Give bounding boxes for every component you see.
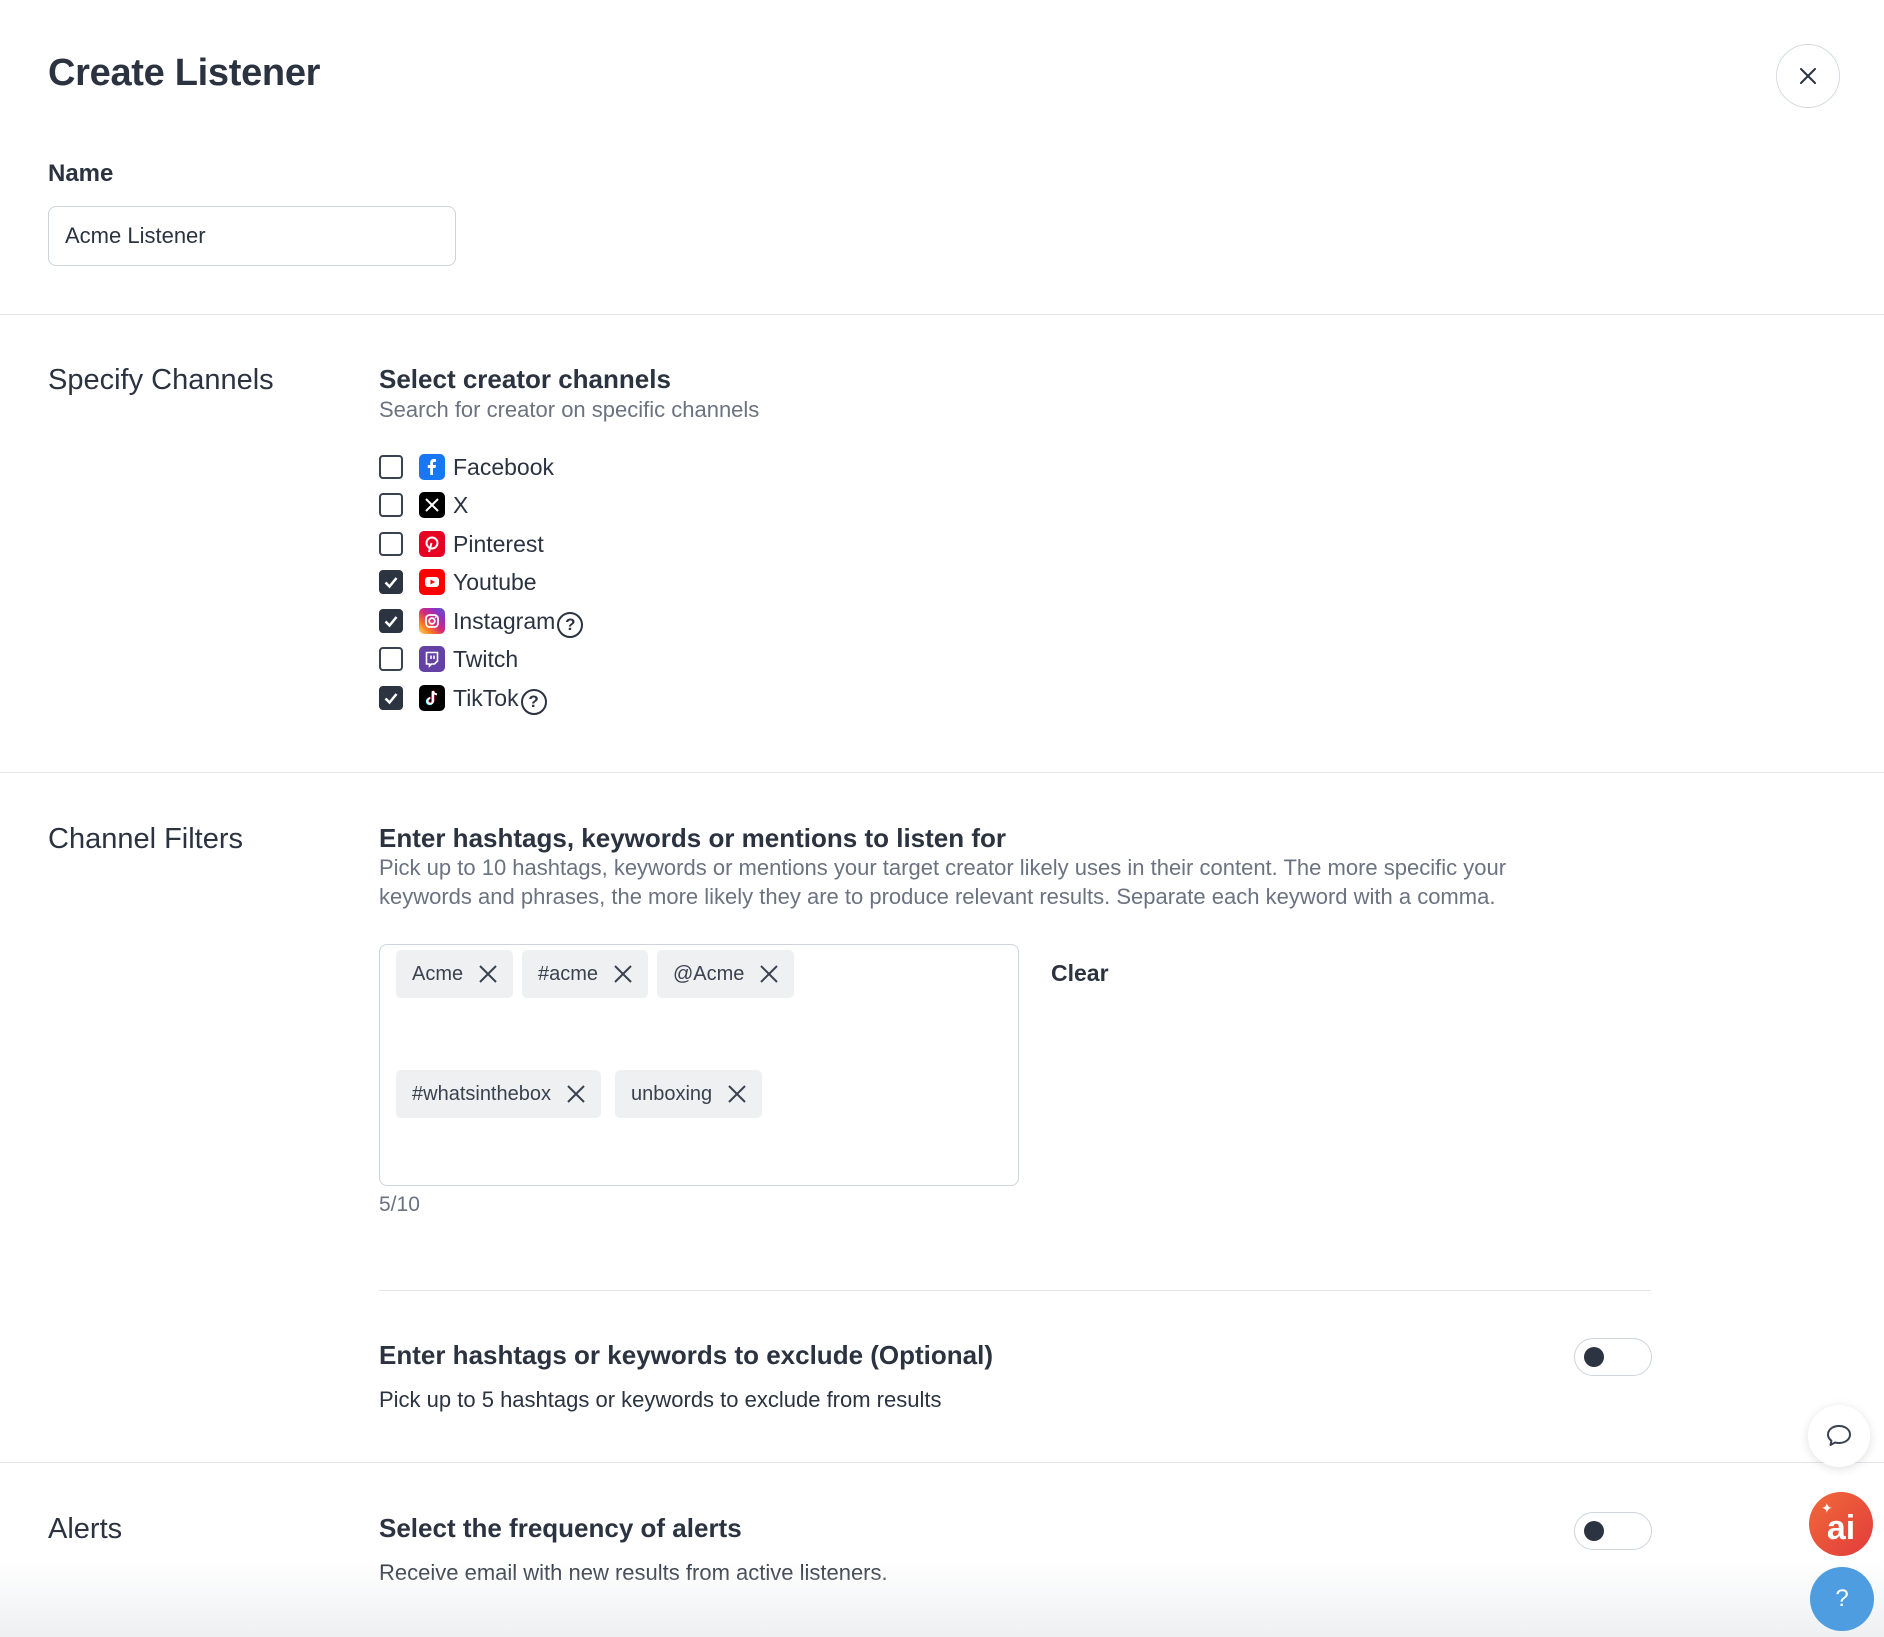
channel-pinterest[interactable]: Pinterest — [379, 529, 544, 559]
keyword-tag: @Acme — [657, 950, 795, 998]
help-button[interactable]: ? — [1810, 1567, 1874, 1631]
tag-label: unboxing — [631, 1082, 713, 1105]
clear-button[interactable]: Clear — [1051, 960, 1109, 987]
section-divider — [0, 1462, 1884, 1463]
inner-divider — [379, 1290, 1651, 1291]
checkbox[interactable] — [379, 647, 403, 671]
remove-tag-icon[interactable] — [612, 963, 634, 985]
channel-label: TikTok — [453, 684, 519, 711]
keyword-tag: Acme — [396, 950, 514, 998]
exclude-heading: Enter hashtags or keywords to exclude (O… — [379, 1340, 994, 1370]
remove-tag-icon[interactable] — [477, 963, 499, 985]
tiktok-icon — [419, 685, 445, 711]
channel-instagram[interactable]: Instagram ? — [379, 606, 584, 638]
section-divider — [0, 772, 1884, 773]
channels-heading: Select creator channels — [379, 364, 671, 394]
channel-youtube[interactable]: Youtube — [379, 567, 537, 597]
name-label: Name — [48, 160, 114, 187]
exclude-description: Pick up to 5 hashtags or keywords to exc… — [379, 1387, 942, 1412]
channel-x[interactable]: X — [379, 490, 468, 520]
remove-tag-icon[interactable] — [758, 963, 780, 985]
keyword-counter: 5/10 — [379, 1193, 420, 1216]
checkbox[interactable] — [379, 532, 403, 556]
close-button[interactable] — [1776, 44, 1840, 108]
name-input[interactable] — [48, 206, 456, 266]
tag-label: Acme — [412, 962, 464, 985]
channel-label: Twitch — [453, 645, 519, 672]
alerts-toggle[interactable] — [1574, 1512, 1652, 1550]
keyword-tag: #acme — [522, 950, 649, 998]
channels-description: Search for creator on specific channels — [379, 397, 760, 422]
keyword-tag: #whatsinthebox — [396, 1070, 601, 1118]
pinterest-icon — [419, 531, 445, 557]
tag-label: #whatsinthebox — [412, 1082, 551, 1105]
help-icon[interactable]: ? — [557, 612, 584, 638]
checkbox[interactable] — [379, 570, 403, 594]
youtube-icon — [419, 569, 445, 595]
channel-label: Pinterest — [453, 530, 544, 557]
channel-twitch[interactable]: Twitch — [379, 644, 518, 674]
instagram-icon — [419, 608, 445, 634]
x-icon — [419, 492, 445, 518]
twitch-icon — [419, 646, 445, 672]
checkbox[interactable] — [379, 609, 403, 633]
filters-description-line1: Pick up to 10 hashtags, keywords or ment… — [379, 855, 1507, 880]
checkmark-icon — [384, 577, 398, 589]
alerts-description: Receive email with new results from acti… — [379, 1560, 888, 1585]
toggle-knob — [1584, 1521, 1604, 1541]
checkbox[interactable] — [379, 686, 403, 710]
page-title: Create Listener — [48, 52, 321, 94]
sparkle-icon: ✦ — [1821, 1500, 1833, 1516]
checkbox[interactable] — [379, 455, 403, 479]
channel-facebook[interactable]: Facebook — [379, 452, 554, 482]
bottom-fade — [0, 1560, 1884, 1637]
exclude-toggle[interactable] — [1574, 1338, 1652, 1376]
alerts-heading: Select the frequency of alerts — [379, 1513, 742, 1543]
alerts-title: Alerts — [48, 1513, 123, 1545]
checkmark-icon — [384, 616, 398, 628]
ai-assistant-button[interactable]: ✦ ai — [1809, 1492, 1873, 1556]
filters-heading: Enter hashtags, keywords or mentions to … — [379, 823, 1007, 853]
question-mark-icon: ? — [1835, 1585, 1849, 1612]
channel-label: Facebook — [453, 453, 555, 480]
channel-label: Instagram — [453, 607, 556, 634]
channel-label: Youtube — [453, 568, 537, 595]
toggle-knob — [1584, 1347, 1604, 1367]
chat-bubble-icon — [1827, 1425, 1851, 1446]
filters-description-line2: keywords and phrases, the more likely th… — [379, 884, 1496, 909]
remove-tag-icon[interactable] — [565, 1083, 587, 1105]
tag-label: @Acme — [673, 962, 745, 985]
channel-label: X — [453, 491, 469, 518]
section-divider — [0, 314, 1884, 315]
channel-tiktok[interactable]: TikTok ? — [379, 683, 547, 715]
help-icon[interactable]: ? — [520, 689, 547, 715]
facebook-icon — [419, 454, 445, 480]
keyword-input[interactable]: Acme #acme @Acme #whatsinthebox unboxing — [379, 944, 1019, 1186]
keyword-tag: unboxing — [615, 1070, 763, 1118]
tag-label: #acme — [538, 962, 599, 985]
close-icon — [1800, 68, 1816, 84]
specify-channels-title: Specify Channels — [48, 364, 274, 396]
checkmark-icon — [384, 693, 398, 705]
channel-filters-title: Channel Filters — [48, 823, 244, 855]
checkbox[interactable] — [379, 493, 403, 517]
chat-button[interactable] — [1808, 1405, 1870, 1467]
remove-tag-icon[interactable] — [726, 1083, 748, 1105]
